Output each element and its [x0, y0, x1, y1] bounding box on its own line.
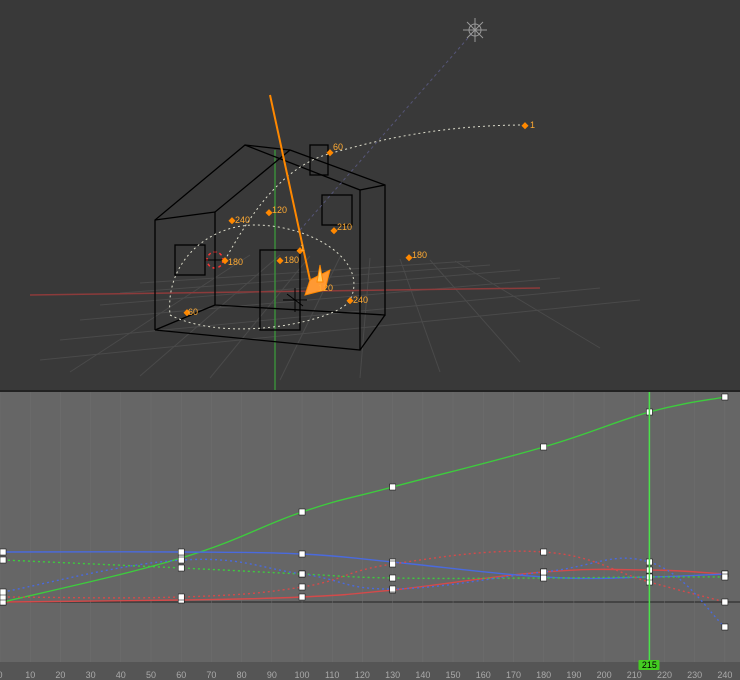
keyframe-handle[interactable]: [299, 551, 305, 557]
frame-tick-label: 150: [446, 670, 461, 680]
keyframe-handle[interactable]: [722, 599, 728, 605]
frame-tick-label: 240: [717, 670, 732, 680]
frame-tick-label: 60: [176, 670, 186, 680]
keyframe-handles[interactable]: [0, 394, 728, 630]
frame-tick-label: 30: [86, 670, 96, 680]
keyframe-handle[interactable]: [390, 575, 396, 581]
floor-grid: [40, 255, 640, 380]
keyframe-handle[interactable]: [299, 594, 305, 600]
frame-tick-label: 110: [325, 670, 339, 680]
grid-vertical: [0, 392, 725, 662]
manipulator-line: [270, 95, 310, 280]
frame-tick-label: 190: [566, 670, 581, 680]
keyframe-handle[interactable]: [0, 557, 6, 563]
keyframe-handle[interactable]: [722, 624, 728, 630]
frame-tick-label: 20: [55, 670, 65, 680]
frame-tick-label: 0: [0, 670, 3, 680]
fcurve-x-location[interactable]: [3, 569, 725, 602]
keyframe-markers: [183, 122, 528, 316]
fcurve-z-location[interactable]: [3, 552, 725, 579]
frame-tick-label: 220: [657, 670, 672, 680]
keyframe-handle[interactable]: [541, 569, 547, 575]
frame-tick-label: 90: [267, 670, 277, 680]
3d-viewport[interactable]: 1 60 120 180 210 240 120 180 240 1 60 18…: [0, 0, 740, 390]
house-wireframe[interactable]: [155, 145, 385, 350]
frame-tick-label: 130: [385, 670, 400, 680]
fcurves[interactable]: [3, 397, 725, 627]
keyframe-handle[interactable]: [178, 565, 184, 571]
frame-tick-label: 50: [146, 670, 156, 680]
frame-tick-label: 230: [687, 670, 702, 680]
viewport-canvas: [0, 0, 740, 390]
frame-tick-label: 70: [206, 670, 216, 680]
keyframe-handle[interactable]: [541, 549, 547, 555]
3d-cursor: [205, 250, 225, 270]
keyframe-handle[interactable]: [390, 586, 396, 592]
motion-path-2: [225, 125, 525, 260]
keyframe-handle[interactable]: [178, 594, 184, 600]
keyframe-handle[interactable]: [0, 549, 6, 555]
frame-tick-label: 80: [237, 670, 247, 680]
frame-tick-label: 40: [116, 670, 126, 680]
keyframe-handle[interactable]: [299, 509, 305, 515]
graph-canvas: [0, 392, 740, 680]
keyframe-handle[interactable]: [722, 394, 728, 400]
keyframe-handle[interactable]: [541, 575, 547, 581]
frame-tick-label: 120: [355, 670, 370, 680]
keyframe-handle[interactable]: [299, 584, 305, 590]
keyframe-handle[interactable]: [178, 549, 184, 555]
frame-tick-label: 200: [597, 670, 612, 680]
current-frame-badge: 215: [639, 660, 660, 670]
frame-tick-label: 210: [627, 670, 642, 680]
frame-tick-label: 170: [506, 670, 521, 680]
keyframe-handle[interactable]: [722, 574, 728, 580]
frame-tick-label: 140: [415, 670, 430, 680]
axis-x: [30, 288, 540, 295]
keyframe-handle[interactable]: [390, 561, 396, 567]
keyframe-handle[interactable]: [390, 484, 396, 490]
frame-tick-label: 180: [536, 670, 551, 680]
keyframe-handle[interactable]: [0, 589, 6, 595]
keyframe-handle[interactable]: [541, 444, 547, 450]
keyframe-handle[interactable]: [299, 571, 305, 577]
fcurve-y-location[interactable]: [3, 397, 725, 602]
light-ray: [300, 30, 475, 230]
graph-editor[interactable]: 0 10 20 30 40 50 60 70 80 90 100 110 120 130 140 150 160…: [0, 392, 740, 680]
frame-tick-label: 100: [295, 670, 310, 680]
keyframe-handle[interactable]: [178, 557, 184, 563]
sun-lamp[interactable]: [463, 18, 487, 42]
frame-tick-label: 160: [476, 670, 491, 680]
frame-tick-label: 10: [25, 670, 35, 680]
